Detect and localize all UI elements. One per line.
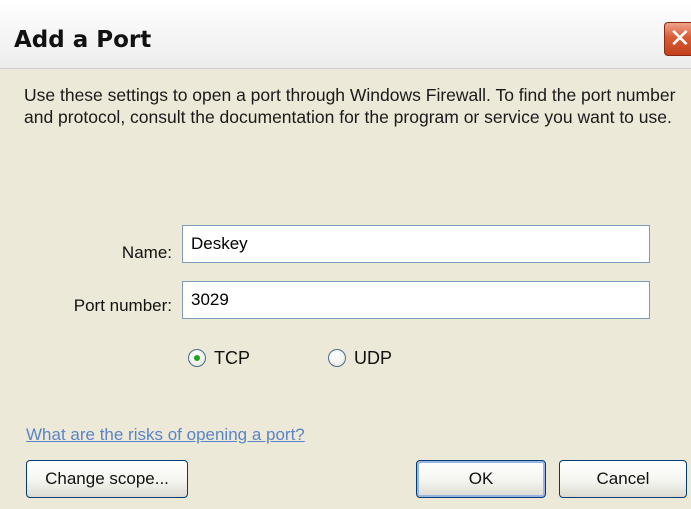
radio-selected-dot-icon <box>194 355 200 361</box>
port-number-label: Port number: <box>73 296 172 315</box>
close-icon: ✕ <box>669 24 691 54</box>
name-label: Name: <box>121 243 172 262</box>
change-scope-button[interactable]: Change scope... <box>26 460 188 498</box>
port-number-input[interactable] <box>182 281 650 319</box>
name-input[interactable] <box>182 225 650 263</box>
udp-radio-label: UDP <box>354 348 393 368</box>
add-port-dialog: Add a Port ✕ Use these settings to open … <box>0 0 691 509</box>
close-button[interactable]: ✕ <box>664 22 691 56</box>
risks-help-link[interactable]: What are the risks of opening a port? <box>26 425 305 445</box>
protocol-radio-group: TCP UDP <box>188 346 428 374</box>
cancel-button[interactable]: Cancel <box>559 460 687 498</box>
instructions-text: Use these settings to open a port throug… <box>24 85 676 127</box>
ok-button[interactable]: OK <box>416 460 546 498</box>
udp-radio-button[interactable] <box>328 349 346 367</box>
title-bar[interactable]: Add a Port ✕ <box>0 0 691 69</box>
dialog-title: Add a Port <box>14 27 152 53</box>
tcp-radio-label: TCP <box>214 348 250 368</box>
udp-radio[interactable]: UDP <box>328 346 418 374</box>
tcp-radio-button[interactable] <box>188 349 206 367</box>
tcp-radio[interactable]: TCP <box>188 346 268 374</box>
